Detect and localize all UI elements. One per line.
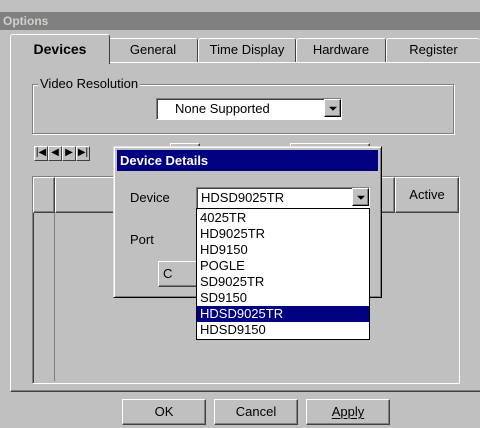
tab-hardware[interactable]: Hardware — [296, 38, 386, 62]
record-navigator: |◀ ◀ ▶ ▶| — [34, 146, 120, 163]
device-label: Device — [130, 190, 170, 205]
ok-button-label: OK — [154, 404, 174, 419]
next-record-icon: ▶ — [65, 147, 73, 158]
device-option[interactable]: HD9150 — [197, 242, 369, 258]
next-record-button[interactable]: ▶ — [62, 146, 76, 161]
dialog-title: Device Details — [120, 153, 209, 168]
cancel-button[interactable]: Cancel — [214, 399, 298, 425]
tab-general[interactable]: General — [108, 38, 198, 62]
port-label: Port — [130, 232, 154, 247]
device-option[interactable]: 4025TR — [197, 210, 369, 226]
device-option[interactable]: POGLE — [197, 258, 369, 274]
device-option[interactable]: HD9025TR — [197, 226, 369, 242]
dialog-button-partial[interactable]: C — [158, 261, 198, 287]
video-resolution-value: None Supported — [175, 101, 270, 116]
grid-column-header-active[interactable]: Active — [395, 177, 459, 213]
apply-button-label: Apply — [331, 404, 365, 419]
last-record-button[interactable]: ▶| — [76, 146, 90, 161]
tab-time-display[interactable]: Time Display — [198, 38, 296, 62]
grid-column-active-label: Active — [409, 187, 445, 202]
prev-record-button[interactable]: ◀ — [48, 146, 62, 161]
prev-record-icon: ◀ — [51, 147, 59, 158]
tab-devices[interactable]: Devices — [10, 34, 110, 64]
tab-time-display-label: Time Display — [209, 42, 285, 57]
device-option[interactable]: SD9150 — [197, 290, 369, 306]
chevron-down-icon — [328, 106, 337, 111]
apply-button[interactable]: Apply — [306, 399, 390, 425]
grid-row-header-column — [33, 213, 55, 381]
device-option[interactable]: HDSD9150 — [197, 322, 369, 338]
grid-row-header — [33, 177, 55, 213]
video-resolution-label: Video Resolution — [38, 76, 141, 91]
device-dropdown-list[interactable]: 4025TR HD9025TR HD9150 POGLE SD9025TR SD… — [196, 208, 370, 340]
tab-devices-label: Devices — [33, 41, 87, 57]
device-option[interactable]: SD9025TR — [197, 274, 369, 290]
tab-hardware-label: Hardware — [312, 42, 370, 57]
cancel-button-label: Cancel — [235, 404, 277, 419]
dialog-titlebar[interactable]: Device Details — [117, 150, 378, 171]
window-title: Options — [3, 14, 49, 28]
first-record-button[interactable]: |◀ — [34, 146, 48, 161]
window-titlebar[interactable]: Options — [0, 12, 480, 30]
tab-register-label: Register — [409, 42, 458, 57]
device-option-selected[interactable]: HDSD9025TR — [197, 306, 369, 322]
last-record-icon: ▶| — [77, 147, 89, 158]
ok-button[interactable]: OK — [122, 399, 206, 425]
device-dropdown-button[interactable] — [352, 188, 369, 206]
first-record-icon: |◀ — [35, 147, 47, 158]
dialog-button-partial-label: C — [163, 266, 173, 281]
video-resolution-dropdown-button[interactable] — [324, 99, 341, 117]
video-resolution-select[interactable]: None Supported — [156, 98, 342, 120]
device-select-value: HDSD9025TR — [201, 190, 285, 205]
tab-general-label: General — [129, 42, 177, 57]
chevron-down-icon — [356, 195, 365, 200]
device-select[interactable]: HDSD9025TR — [196, 187, 370, 209]
tab-register[interactable]: Register — [386, 38, 480, 62]
